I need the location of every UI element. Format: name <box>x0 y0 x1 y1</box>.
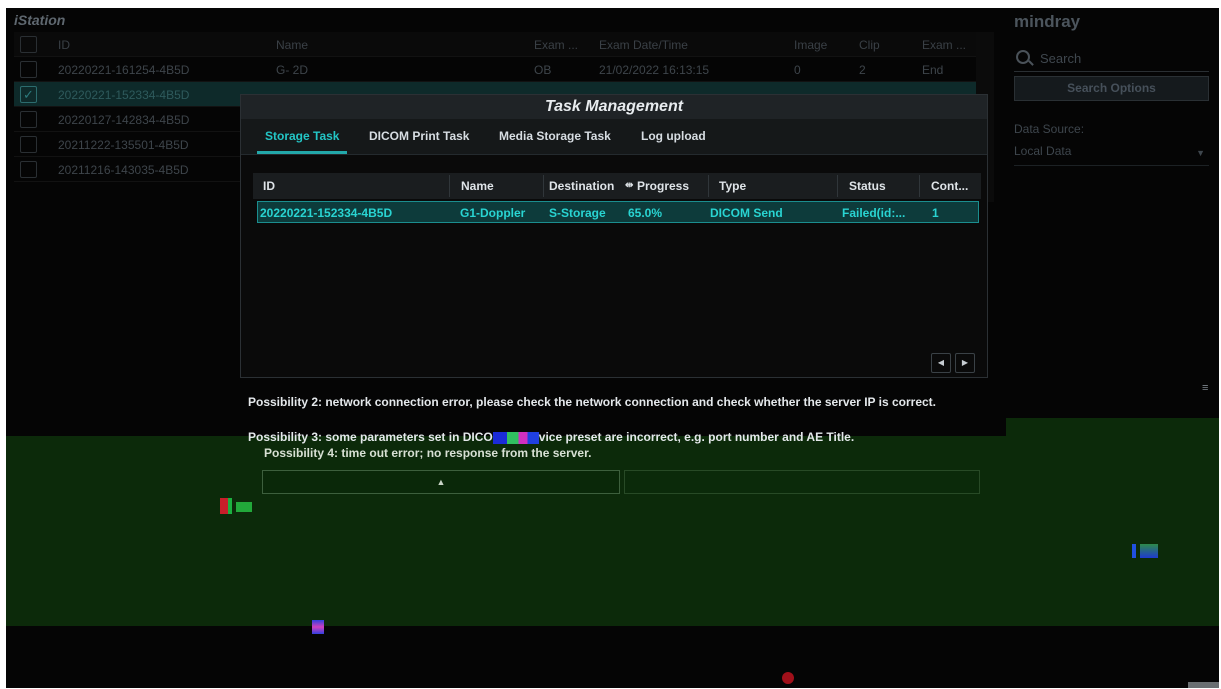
dialog-title: Task Management <box>241 95 987 119</box>
brand-logo: mindray <box>1014 12 1081 31</box>
chevron-down-icon: ▼ <box>1196 148 1205 158</box>
filter-icon: ≡ <box>1202 382 1209 394</box>
screen: iStation ID Name Exam ... Exam Date/Time… <box>6 8 1219 688</box>
col-task-name[interactable]: Name <box>461 179 494 193</box>
scroll-down-button[interactable] <box>624 470 980 494</box>
scroll-up-button[interactable]: ▲ <box>262 470 620 494</box>
tab-log-upload[interactable]: Log upload <box>633 119 714 154</box>
possibility-3-start: Possibility 3: some parameters set in DI… <box>248 430 493 444</box>
exam-list-header: ID Name Exam ... Exam Date/Time Image Cl… <box>14 32 976 57</box>
col-exam-status[interactable]: Exam ... <box>922 38 972 52</box>
col-type[interactable]: Type <box>719 179 746 193</box>
exam-type: OB <box>534 63 552 77</box>
col-progress[interactable]: Progress <box>637 179 689 193</box>
possibility-3-end: vice preset are incorrect, e.g. port num… <box>538 430 855 444</box>
data-source-select[interactable]: Local Data ▼ <box>1014 144 1209 166</box>
column-resize-icon[interactable]: ⇹ <box>625 180 633 191</box>
task-name: G1-Doppler <box>460 206 526 220</box>
search-input[interactable]: Search <box>1014 46 1209 72</box>
possibility-3-text: Possibility 3: some parameters set in DI… <box>248 430 854 444</box>
task-id: 20220221-152334-4B5D <box>260 206 393 220</box>
overlay-band-right <box>1006 418 1219 626</box>
glitch-artifact <box>1188 682 1219 688</box>
task-type: DICOM Send <box>710 206 783 220</box>
task-progress: 65.0% <box>628 206 663 220</box>
col-task-id[interactable]: ID <box>263 179 275 193</box>
exam-id: 20220221-161254-4B5D <box>58 63 190 77</box>
column-divider[interactable] <box>449 175 450 197</box>
task-management-dialog: Task Management Storage Task DICOM Print… <box>240 94 988 496</box>
data-source-value: Local Data <box>1014 144 1072 158</box>
col-image[interactable]: Image <box>794 38 854 52</box>
col-exam-type[interactable]: Exam ... <box>534 38 594 52</box>
col-name[interactable]: Name <box>276 38 526 52</box>
task-count: 1 <box>932 206 939 220</box>
select-all-checkbox[interactable] <box>20 36 37 53</box>
glitch-artifact <box>236 502 252 512</box>
exam-id: 20211222-135501-4B5D <box>58 138 189 152</box>
task-destination: S-Storage <box>549 206 606 220</box>
exam-id: 20211216-143035-4B5D <box>58 163 189 177</box>
column-divider[interactable] <box>837 175 838 197</box>
data-source-label: Data Source: <box>1014 122 1085 136</box>
row-checkbox[interactable]: ✓ <box>20 86 37 103</box>
col-destination[interactable]: Destination <box>549 179 614 193</box>
column-divider[interactable] <box>919 175 920 197</box>
col-exam-date[interactable]: Exam Date/Time <box>599 38 789 52</box>
row-checkbox[interactable] <box>20 161 37 178</box>
col-status[interactable]: Status <box>849 179 886 193</box>
task-row[interactable]: 20220221-152334-4B5D G1-Doppler S-Storag… <box>257 201 979 223</box>
app-title: iStation <box>14 12 66 28</box>
col-clip[interactable]: Clip <box>859 38 919 52</box>
tab-storage-task[interactable]: Storage Task <box>257 119 348 154</box>
glitch-artifact <box>1140 544 1158 558</box>
dialog-panel: Task Management Storage Task DICOM Print… <box>240 94 988 378</box>
possibility-4-text: Possibility 4: time out error; no respon… <box>264 446 592 460</box>
glitch-artifact <box>492 431 539 444</box>
exam-name: G- 2D <box>276 63 309 77</box>
glitch-artifact <box>782 672 794 684</box>
possibility-2-text: Possibility 2: network connection error,… <box>248 395 937 409</box>
tab-dicom-print-task[interactable]: DICOM Print Task <box>361 119 477 154</box>
row-checkbox[interactable] <box>20 136 37 153</box>
glitch-artifact <box>228 498 232 514</box>
exam-row[interactable]: 20220221-161254-4B5D G- 2D OB 21/02/2022… <box>14 57 976 82</box>
tab-bar: Storage Task DICOM Print Task Media Stor… <box>241 119 987 155</box>
row-checkbox[interactable] <box>20 111 37 128</box>
search-placeholder: Search <box>1040 51 1082 66</box>
task-status: Failed(id:... <box>842 206 906 220</box>
tab-media-storage-task[interactable]: Media Storage Task <box>491 119 619 154</box>
exam-clip-count: 2 <box>859 63 866 77</box>
glitch-artifact <box>312 620 324 634</box>
exam-id: 20220221-152334-4B5D <box>58 88 190 102</box>
prev-page-button[interactable]: ◀ <box>931 353 951 373</box>
exam-status: End <box>922 63 944 77</box>
next-page-button[interactable]: ▶ <box>955 353 975 373</box>
column-divider[interactable] <box>543 175 544 197</box>
col-cont[interactable]: Cont... <box>931 179 968 193</box>
column-divider[interactable] <box>708 175 709 197</box>
exam-image-count: 0 <box>794 63 801 77</box>
col-id[interactable]: ID <box>58 38 268 52</box>
exam-id: 20220127-142834-4B5D <box>58 113 190 127</box>
glitch-artifact <box>1132 544 1136 558</box>
task-table-header: ID Name Destination ⇹ Progress Type Stat… <box>253 173 981 199</box>
exam-date: 21/02/2022 16:13:15 <box>599 63 710 77</box>
row-checkbox[interactable] <box>20 61 37 78</box>
glitch-artifact <box>220 498 228 514</box>
search-options-button[interactable]: Search Options <box>1014 76 1209 101</box>
search-icon <box>1016 50 1030 64</box>
failure-details: Possibility 2: network connection error,… <box>240 378 988 496</box>
